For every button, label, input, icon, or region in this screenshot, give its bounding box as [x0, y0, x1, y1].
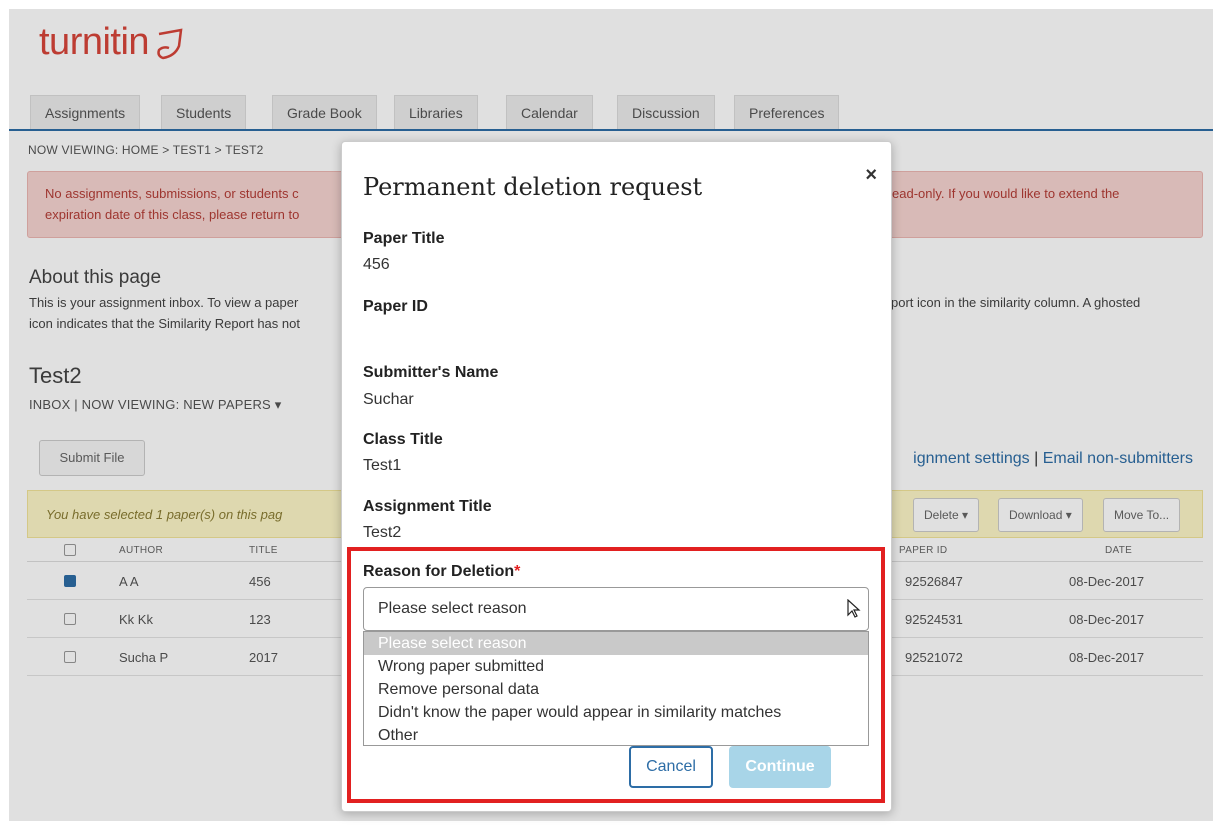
paper-id-label: Paper ID	[363, 298, 428, 315]
paper-title-value: 456	[363, 256, 390, 273]
class-title-label: Class Title	[363, 431, 443, 448]
paper-title-label: Paper Title	[363, 230, 445, 247]
reason-dropdown-list: Please select reason Wrong paper submitt…	[363, 631, 869, 746]
cancel-button[interactable]: Cancel	[629, 746, 713, 788]
modal-title: Permanent deletion request	[363, 173, 703, 201]
mouse-pointer-icon	[847, 599, 861, 618]
continue-button[interactable]: Continue	[729, 746, 831, 788]
class-title-value: Test1	[363, 457, 402, 474]
reason-option[interactable]: Other	[364, 724, 868, 747]
deletion-request-modal: Permanent deletion request × Paper Title…	[341, 141, 892, 812]
page: turnitin Assignments Students Grade Book…	[0, 0, 1220, 829]
assignment-title-value: Test2	[363, 524, 402, 541]
reason-option[interactable]: Wrong paper submitted	[364, 655, 868, 678]
reason-select[interactable]: Please select reason	[363, 587, 869, 631]
reason-option[interactable]: Remove personal data	[364, 678, 868, 701]
reason-option[interactable]: Didn't know the paper would appear in si…	[364, 701, 868, 724]
reason-option[interactable]: Please select reason	[364, 632, 868, 655]
required-mark: *	[514, 563, 521, 580]
reason-label: Reason for Deletion*	[363, 563, 521, 580]
submitter-name-value: Suchar	[363, 391, 414, 408]
assignment-title-label: Assignment Title	[363, 498, 492, 515]
submitter-name-label: Submitter's Name	[363, 364, 499, 381]
close-icon[interactable]: ×	[865, 164, 877, 187]
reason-select-value: Please select reason	[378, 600, 527, 617]
